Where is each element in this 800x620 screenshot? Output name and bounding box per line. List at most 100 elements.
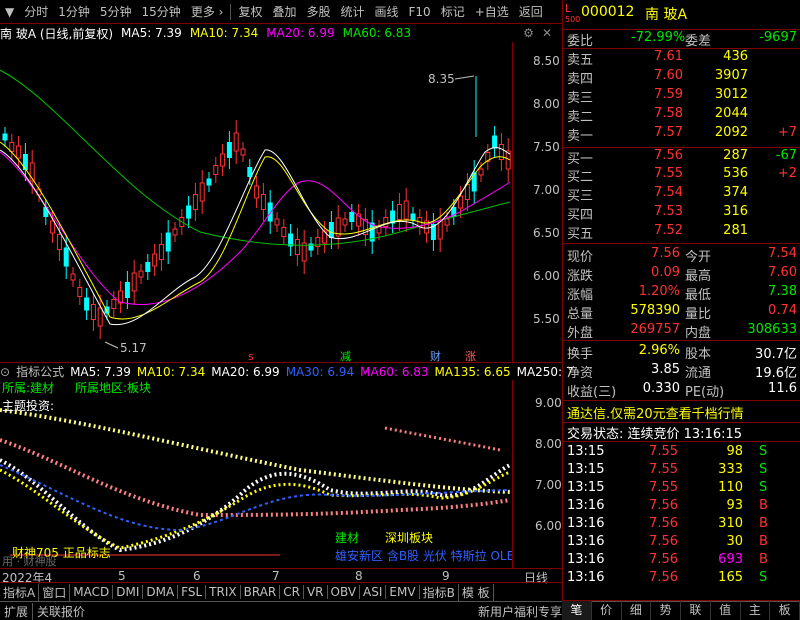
tick-volume: 98 — [726, 444, 743, 459]
tick-side: S — [759, 570, 768, 585]
indicator-chart[interactable]: 所属:建材 所属地区:板块 主题投资: 财神705 正品标志 用 ⁦·⁩ 财神股… — [0, 380, 514, 568]
bid-row[interactable]: 买二 7.55 536 +2 — [563, 166, 800, 185]
tab-obv[interactable]: OBV — [328, 585, 361, 599]
bid-row[interactable]: 买五 7.52 281 — [563, 223, 800, 242]
tab-board[interactable]: 板 — [770, 601, 800, 620]
candle-body — [172, 228, 178, 236]
candle-body — [63, 247, 69, 267]
level-price: 7.56 — [654, 148, 683, 163]
tick-side: S — [759, 462, 768, 477]
new-user-promo-link[interactable]: 新用户福利专享 — [478, 603, 562, 620]
toolbar-button-add-watch[interactable]: +自选 — [470, 3, 514, 20]
tab-template[interactable]: 模 板 — [459, 583, 494, 601]
date-tick: 7 — [272, 569, 280, 583]
ad-text[interactable]: 通达信.仅需20元查看千档行情 — [567, 403, 744, 422]
related-quotes-button[interactable]: 关联报价 — [33, 603, 89, 620]
tab-emv[interactable]: EMV — [386, 585, 420, 599]
toolbar-button-f10[interactable]: F10 — [404, 5, 436, 19]
tab-linked[interactable]: 联 — [681, 601, 711, 620]
toolbar-button-15min[interactable]: 15分钟 — [137, 3, 186, 20]
ad-banner[interactable]: 通达信.仅需20元查看千档行情 — [563, 400, 800, 422]
ind-tick: 8.00 — [535, 437, 562, 451]
tick-side: S — [759, 480, 768, 495]
tab-brar[interactable]: BRAR — [241, 585, 281, 599]
toolbar-button-adjust[interactable]: 复权 — [233, 3, 267, 20]
low-price-label: 5.17 — [120, 341, 147, 355]
tab-ticks[interactable]: 笔 — [562, 601, 592, 620]
toolbar-button-5min[interactable]: 5分钟 — [95, 3, 137, 20]
toolbar-button-intraday[interactable]: 分时 — [19, 3, 53, 20]
toolbar-button-draw[interactable]: 画线 — [370, 3, 404, 20]
tab-detail[interactable]: 细 — [622, 601, 652, 620]
bid-row[interactable]: 买一 7.56 287 -67 — [563, 147, 800, 167]
tab-fsl[interactable]: FSL — [178, 585, 207, 599]
candle-body — [90, 304, 96, 320]
toolbar-button-mark[interactable]: 标记 — [436, 3, 470, 20]
tab-window[interactable]: 窗口 — [39, 583, 71, 601]
bid-row[interactable]: 买三 7.54 374 — [563, 185, 800, 204]
event-marker-rise[interactable]: 涨 — [465, 350, 476, 363]
stat-row: 涨跌 0.09 最高 7.60 — [563, 265, 800, 284]
ask-row[interactable]: 卖二 7.58 2044 — [563, 106, 800, 125]
candle-body — [199, 182, 205, 202]
date-tick: 5 — [118, 569, 126, 583]
tick-volume: 30 — [726, 534, 743, 549]
menu-icon[interactable]: ▼ — [0, 5, 19, 19]
tab-dma[interactable]: DMA — [143, 585, 179, 599]
tab-value[interactable]: 值 — [711, 601, 741, 620]
event-marker-s[interactable]: s — [248, 350, 254, 363]
level-label: 卖一 — [567, 129, 594, 144]
bid-row[interactable]: 买四 7.53 316 — [563, 204, 800, 223]
stat-label: 今开 — [685, 250, 712, 265]
tick-time: 13:16 — [567, 498, 605, 513]
toolbar-button-back[interactable]: 返回 — [514, 3, 548, 20]
category-label-2: 深圳板块 — [385, 531, 433, 545]
candle-body — [288, 233, 294, 247]
ask-row[interactable]: 卖五 7.61 436 — [563, 49, 800, 68]
tab-main[interactable]: 主 — [741, 601, 771, 620]
date-tick: 6 — [193, 569, 201, 583]
toolbar-button-stats[interactable]: 统计 — [335, 3, 369, 20]
tab-price[interactable]: 价 — [592, 601, 622, 620]
stat-label: 收益(三) — [567, 385, 617, 400]
tab-trend[interactable]: 势 — [651, 601, 681, 620]
candle-body — [403, 200, 409, 220]
trade-state: 交易状态: 连续竞价 13:16:15 — [567, 427, 743, 442]
tab-trix[interactable]: TRIX — [206, 585, 241, 599]
stat-label: 现价 — [567, 250, 594, 265]
close-icon[interactable]: ✕ — [542, 26, 552, 40]
toolbar-button-overlay[interactable]: 叠加 — [267, 3, 301, 20]
candle-body — [16, 145, 22, 159]
indicator-name[interactable]: 指标公式 — [16, 363, 64, 380]
candlestick-chart[interactable]: 8.35 5.17 s 减 财 涨 — [0, 42, 512, 363]
toolbar-button-1min[interactable]: 1分钟 — [53, 3, 95, 20]
candle-body — [396, 204, 402, 220]
event-marker-reduce[interactable]: 减 — [340, 350, 351, 363]
toolbar-button-more[interactable]: 更多 › — [186, 3, 229, 20]
tab-macd[interactable]: MACD — [70, 585, 114, 599]
candle-body — [77, 287, 83, 297]
level-volume: 3012 — [714, 87, 748, 102]
ask-row[interactable]: 卖三 7.59 3012 — [563, 87, 800, 106]
chevron-down-icon[interactable]: ⊙ — [0, 365, 10, 379]
tab-indicator-a[interactable]: 指标A — [0, 583, 40, 601]
event-marker-finance[interactable]: 财 — [430, 349, 441, 363]
toolbar-button-multi[interactable]: 多股 — [301, 3, 335, 20]
stat-label: 换手 — [567, 347, 594, 362]
expand-button[interactable]: 扩展 — [0, 602, 34, 620]
tab-indicator-b[interactable]: 指标B — [420, 583, 459, 601]
level-label: 买三 — [567, 189, 594, 204]
price-tick: 5.50 — [533, 312, 560, 326]
tick-time: 13:16 — [567, 516, 605, 531]
gear-icon[interactable]: ⚙ — [523, 26, 534, 40]
level-price: 7.52 — [654, 223, 683, 238]
level-price: 7.60 — [654, 68, 683, 83]
high-pointer — [454, 75, 475, 80]
tab-cr[interactable]: CR — [280, 585, 304, 599]
ask-row[interactable]: 卖四 7.60 3907 — [563, 68, 800, 87]
ask-row[interactable]: 卖一 7.57 2092 +7 — [563, 125, 800, 144]
tab-dmi[interactable]: DMI — [113, 585, 144, 599]
tab-asi[interactable]: ASI — [360, 585, 387, 599]
tab-vr[interactable]: VR — [304, 585, 328, 599]
stat-value: 0.330 — [642, 381, 680, 396]
